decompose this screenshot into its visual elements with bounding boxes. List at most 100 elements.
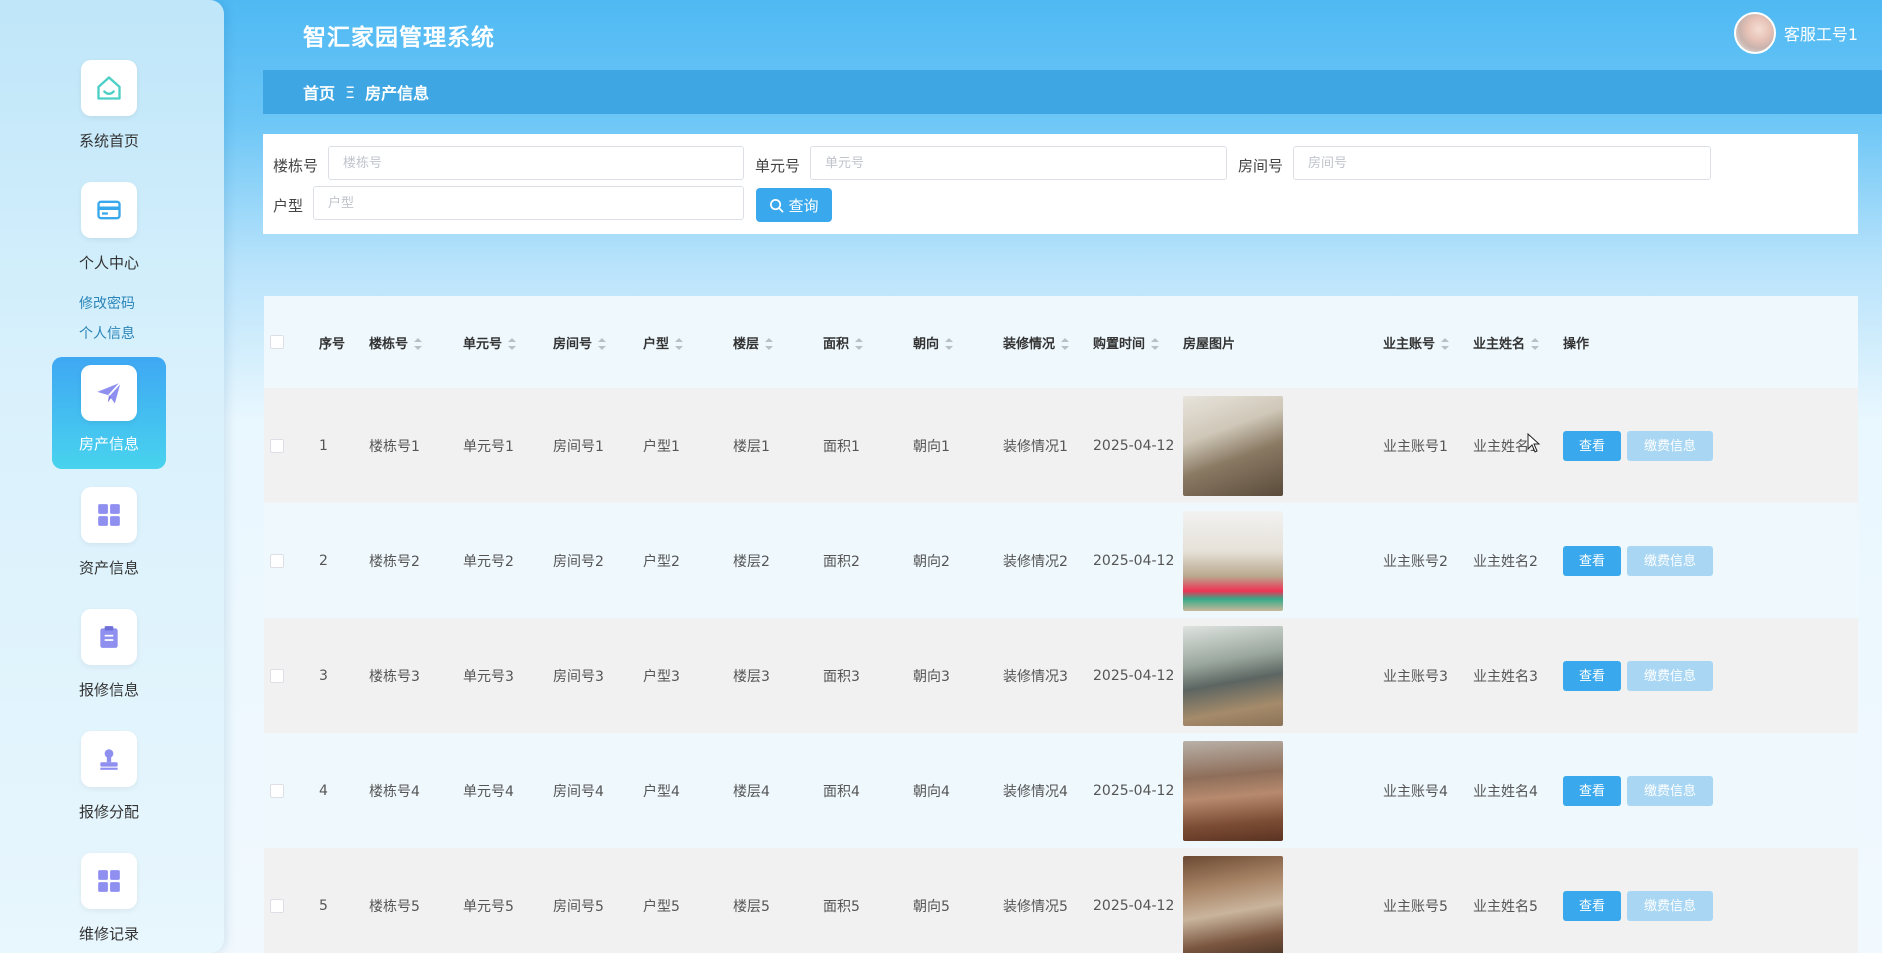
house-photo[interactable] xyxy=(1183,740,1283,841)
cell-decoration: 装修情况1 xyxy=(1003,438,1068,455)
property-table: 序号 楼栋号 单元号 房间号 户型 楼层 面积 朝向 装修情况 购置时间 房屋图… xyxy=(264,296,1858,953)
col-no: 序号 xyxy=(319,336,346,352)
sort-icon[interactable] xyxy=(1151,338,1160,350)
sidebar-item-home[interactable]: 系统首页 xyxy=(52,60,166,151)
house-photo[interactable] xyxy=(1183,395,1283,496)
col-photo: 房屋图片 xyxy=(1183,336,1236,352)
cell-date: 2025-04-12 xyxy=(1093,667,1175,684)
house-photo[interactable] xyxy=(1183,510,1283,611)
payment-info-button[interactable]: 缴费信息 xyxy=(1627,545,1713,576)
view-button[interactable]: 查看 xyxy=(1563,890,1621,921)
payment-info-button[interactable]: 缴费信息 xyxy=(1627,890,1713,921)
building-input[interactable] xyxy=(328,146,744,180)
cell-area: 面积2 xyxy=(823,553,860,570)
cell-account: 业主账号4 xyxy=(1383,783,1448,800)
sort-icon[interactable] xyxy=(1441,338,1450,350)
sort-icon[interactable] xyxy=(508,338,517,350)
sidebar-item-repair-info[interactable]: 报修信息 xyxy=(52,609,166,700)
user-menu[interactable]: 客服工号1 xyxy=(1733,12,1858,54)
row-checkbox[interactable] xyxy=(270,783,284,798)
sidebar-item-label: 维修记录 xyxy=(78,925,139,943)
sort-icon[interactable] xyxy=(414,338,423,350)
room-input[interactable] xyxy=(1293,146,1711,180)
view-button[interactable]: 查看 xyxy=(1563,430,1621,461)
sort-icon[interactable] xyxy=(675,338,684,350)
sort-icon[interactable] xyxy=(765,338,774,350)
table-row: 3 楼栋号3 单元号3 房间号3 户型3 楼层3 面积3 朝向3 装修情况3 2… xyxy=(264,618,1858,733)
row-checkbox[interactable] xyxy=(270,553,284,568)
cell-building: 楼栋号5 xyxy=(369,898,420,915)
sort-icon[interactable] xyxy=(598,338,607,350)
col-account[interactable]: 业主账号 xyxy=(1383,296,1473,388)
user-name: 客服工号1 xyxy=(1783,25,1858,44)
col-date[interactable]: 购置时间 xyxy=(1093,296,1183,388)
col-floor[interactable]: 楼层 xyxy=(733,296,823,388)
col-owner[interactable]: 业主姓名 xyxy=(1473,296,1563,388)
cell-orientation: 朝向2 xyxy=(913,553,950,570)
payment-info-button[interactable]: 缴费信息 xyxy=(1627,660,1713,691)
cell-actions: 查看 缴费信息 xyxy=(1563,503,1858,618)
col-label: 楼栋号 xyxy=(369,336,409,352)
cell-area: 面积3 xyxy=(823,668,860,685)
sidebar-item-repair-assign[interactable]: 报修分配 xyxy=(52,731,166,822)
sidebar-item-maintenance-record[interactable]: 维修记录 xyxy=(52,853,166,944)
col-unit[interactable]: 单元号 xyxy=(463,296,553,388)
cell-owner: 业主姓名5 xyxy=(1473,898,1538,915)
col-building[interactable]: 楼栋号 xyxy=(369,296,463,388)
payment-info-button[interactable]: 缴费信息 xyxy=(1627,430,1713,461)
col-orientation[interactable]: 朝向 xyxy=(913,296,1003,388)
sidebar-item-personal-center[interactable]: 个人中心 xyxy=(52,182,166,273)
house-photo[interactable] xyxy=(1183,855,1283,953)
row-checkbox[interactable] xyxy=(270,438,284,453)
view-button[interactable]: 查看 xyxy=(1563,775,1621,806)
mouse-cursor-icon xyxy=(1527,433,1541,453)
cell-floor: 楼层2 xyxy=(733,553,770,570)
cell-room: 房间号5 xyxy=(553,898,604,915)
cell-room: 房间号2 xyxy=(553,553,604,570)
col-decoration[interactable]: 装修情况 xyxy=(1003,296,1093,388)
sidebar-item-label: 资产信息 xyxy=(78,559,139,577)
col-label: 装修情况 xyxy=(1003,336,1056,352)
avatar[interactable] xyxy=(1733,12,1776,54)
view-button[interactable]: 查看 xyxy=(1563,660,1621,691)
sort-icon[interactable] xyxy=(945,338,954,350)
house-photo[interactable] xyxy=(1183,625,1283,726)
cell-photo xyxy=(1183,618,1383,733)
unit-input[interactable] xyxy=(810,146,1227,180)
view-button[interactable]: 查看 xyxy=(1563,545,1621,576)
sort-icon[interactable] xyxy=(855,338,864,350)
submenu-change-password[interactable]: 修改密码 xyxy=(79,293,135,313)
cell-type: 户型3 xyxy=(643,668,680,685)
sidebar-item-assets[interactable]: 资产信息 xyxy=(52,487,166,578)
col-type[interactable]: 户型 xyxy=(643,296,733,388)
cell-unit: 单元号4 xyxy=(463,783,514,800)
cell-type: 户型4 xyxy=(643,783,680,800)
row-checkbox[interactable] xyxy=(270,898,284,913)
sidebar-item-property[interactable]: 房产信息 xyxy=(52,357,166,469)
cell-type: 户型2 xyxy=(643,553,680,570)
sidebar-item-label: 房产信息 xyxy=(78,435,139,453)
breadcrumb-home[interactable]: 首页 xyxy=(303,80,335,104)
home-icon xyxy=(81,60,137,116)
col-area[interactable]: 面积 xyxy=(823,296,913,388)
cell-decoration: 装修情况5 xyxy=(1003,898,1068,915)
table-header: 序号 楼栋号 单元号 房间号 户型 楼层 面积 朝向 装修情况 购置时间 房屋图… xyxy=(264,296,1858,388)
table-row: 1 楼栋号1 单元号1 房间号1 户型1 楼层1 面积1 朝向1 装修情况1 2… xyxy=(264,388,1858,503)
query-button[interactable]: 查询 xyxy=(756,188,832,222)
sort-icon[interactable] xyxy=(1531,338,1540,350)
type-input[interactable] xyxy=(313,186,744,220)
submenu-personal-info[interactable]: 个人信息 xyxy=(79,323,135,343)
cell-orientation: 朝向5 xyxy=(913,898,950,915)
col-room[interactable]: 房间号 xyxy=(553,296,643,388)
sidebar: 系统首页 个人中心 修改密码 个人信息 房产信息 资产信息 报修信息 报修分配 xyxy=(0,0,224,953)
cell-no: 3 xyxy=(319,667,328,684)
cell-unit: 单元号3 xyxy=(463,668,514,685)
cell-unit: 单元号5 xyxy=(463,898,514,915)
row-checkbox[interactable] xyxy=(270,668,284,683)
payment-info-button[interactable]: 缴费信息 xyxy=(1627,775,1713,806)
sort-icon[interactable] xyxy=(1061,338,1070,350)
select-all-checkbox[interactable] xyxy=(270,335,284,349)
cell-account: 业主账号5 xyxy=(1383,898,1448,915)
cell-no: 1 xyxy=(319,437,328,454)
cell-owner: 业主姓名3 xyxy=(1473,668,1538,685)
